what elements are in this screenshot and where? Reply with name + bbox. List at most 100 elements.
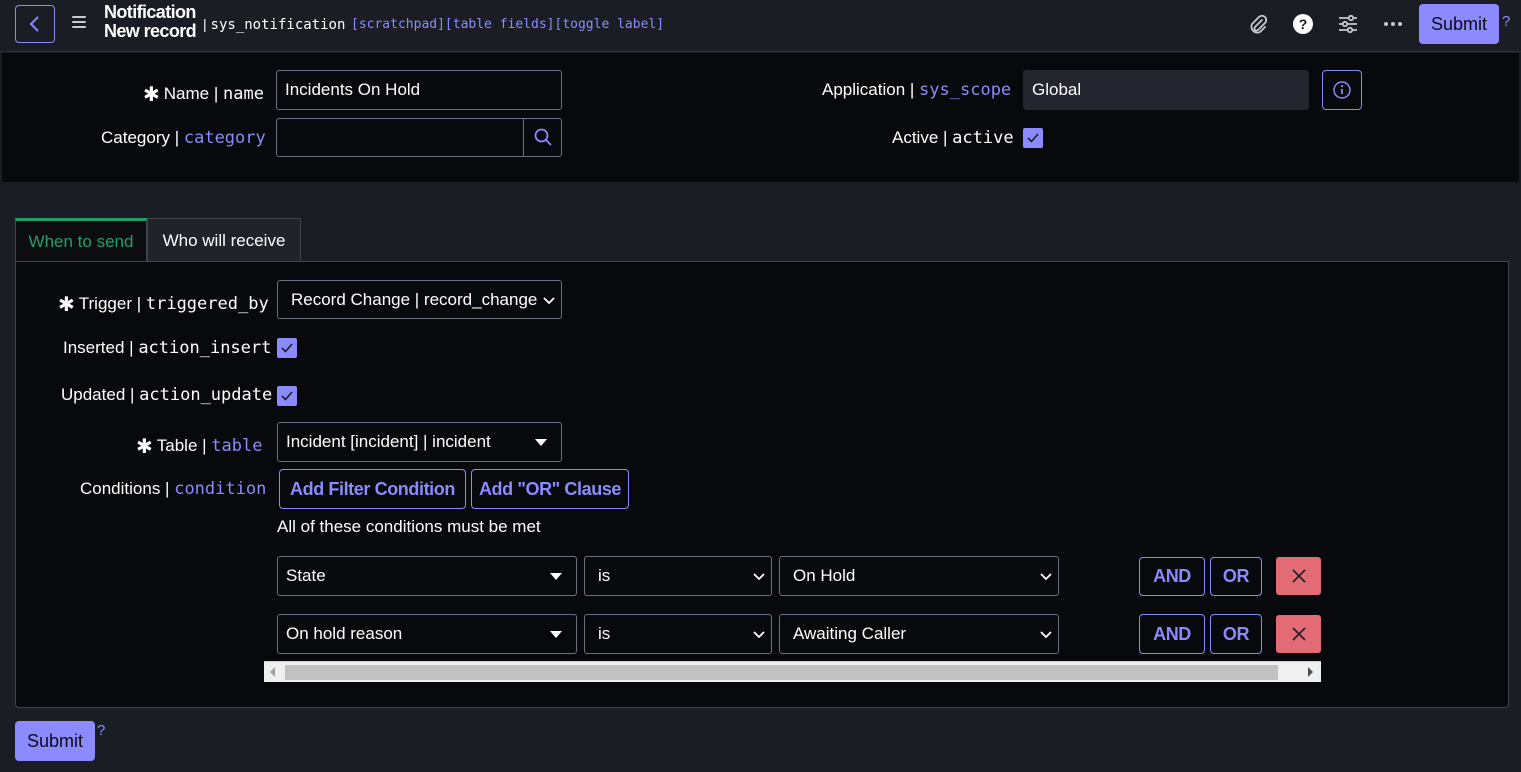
condition-value-value: On Hold <box>793 566 856 585</box>
required-icon: ✱ <box>58 294 75 316</box>
table-name-value: sys_notification <box>210 17 346 33</box>
menu-icon[interactable] <box>72 16 86 30</box>
application-field-name[interactable]: sys_scope <box>919 80 1011 100</box>
table-label: ✱ Table | table <box>136 432 262 458</box>
table-name: | sys_notification <box>203 16 345 33</box>
and-button[interactable]: AND <box>1139 557 1205 596</box>
condition-operator-select[interactable]: is <box>584 614 772 654</box>
condition-field-select[interactable]: State <box>277 556 577 596</box>
conditions-label: Conditions | condition <box>80 479 266 499</box>
submit-help-link-bottom[interactable]: ? <box>97 722 105 739</box>
or-button[interactable]: OR <box>1210 614 1262 654</box>
application-label: Application | sys_scope <box>822 80 1011 100</box>
trigger-label: ✱ Trigger | triggered_by <box>58 290 269 316</box>
more-icon[interactable] <box>1382 13 1404 35</box>
updated-label: Updated | action_update <box>61 385 272 405</box>
table-field-name[interactable]: table <box>211 436 262 456</box>
delete-condition-button[interactable] <box>1276 615 1321 653</box>
condition-field-value: On hold reason <box>286 624 403 643</box>
category-input[interactable] <box>276 118 562 157</box>
inserted-checkbox[interactable] <box>277 338 297 358</box>
info-icon <box>1333 81 1351 99</box>
inserted-label: Inserted | action_insert <box>63 338 271 358</box>
check-icon <box>281 391 293 401</box>
required-icon: ✱ <box>136 436 153 458</box>
category-lookup-button[interactable] <box>523 118 561 156</box>
scrollbar-thumb[interactable] <box>285 665 1278 680</box>
add-or-clause-button[interactable]: Add "OR" Clause <box>471 469 629 509</box>
title-line-2: New record <box>104 21 197 41</box>
submit-button-bottom[interactable]: Submit <box>15 721 95 761</box>
condition-operator-value: is <box>598 566 611 585</box>
condition-field-select[interactable]: On hold reason <box>277 614 577 654</box>
check-icon <box>1027 133 1039 143</box>
submit-help-link-top[interactable]: ? <box>1502 13 1510 30</box>
application-label-text: Application | <box>822 80 915 99</box>
active-checkbox[interactable] <box>1023 128 1043 148</box>
name-label: ✱ Name | name <box>143 80 264 106</box>
inserted-field-name: action_insert <box>138 338 272 358</box>
back-icon <box>29 16 39 32</box>
trigger-select[interactable]: Record Change | record_change <box>277 280 562 319</box>
condition-operator-value: is <box>598 624 611 643</box>
required-icon: ✱ <box>143 84 160 106</box>
search-icon <box>534 128 552 146</box>
header-links[interactable]: [scratchpad][table fields][toggle label] <box>351 17 664 32</box>
chevron-down-icon <box>550 631 562 638</box>
condition-operator-select[interactable]: is <box>584 556 772 596</box>
trigger-label-text: Trigger | <box>78 294 142 313</box>
trigger-field-name: triggered_by <box>145 294 269 314</box>
updated-checkbox[interactable] <box>277 386 297 406</box>
application-info-button[interactable] <box>1322 70 1362 110</box>
chevron-down-icon <box>753 631 765 639</box>
scroll-left-icon[interactable] <box>270 667 275 677</box>
chevron-down-icon <box>1040 631 1052 639</box>
active-field-name: active <box>952 128 1014 148</box>
conditions-label-text: Conditions | <box>80 479 170 498</box>
conditions-field-name[interactable]: condition <box>174 479 266 499</box>
updated-label-text: Updated | <box>61 385 135 404</box>
table-select-value: Incident [incident] | incident <box>286 432 491 451</box>
category-field-name[interactable]: category <box>184 128 266 148</box>
active-label: Active | active <box>892 128 1014 148</box>
title-line-1: Notification <box>104 2 196 22</box>
chevron-down-icon <box>550 573 562 580</box>
attachment-icon[interactable] <box>1247 13 1269 35</box>
condition-value-value: Awaiting Caller <box>793 624 907 643</box>
inserted-label-text: Inserted | <box>63 338 134 357</box>
check-icon <box>281 343 293 353</box>
trigger-select-value: Record Change | record_change <box>291 289 538 309</box>
condition-field-value: State <box>286 566 326 585</box>
delete-condition-button[interactable] <box>1276 557 1321 595</box>
condition-value-select[interactable]: On Hold <box>779 556 1059 596</box>
table-name-separator: | <box>203 16 207 32</box>
condition-value-select[interactable]: Awaiting Caller <box>779 614 1059 654</box>
or-button[interactable]: OR <box>1210 557 1262 596</box>
horizontal-scrollbar[interactable] <box>264 661 1321 682</box>
active-label-text: Active | <box>892 128 948 147</box>
chevron-down-icon <box>543 296 555 304</box>
back-button[interactable] <box>15 5 55 43</box>
page-title: Notification New record <box>104 2 197 41</box>
add-filter-condition-button[interactable]: Add Filter Condition <box>279 469 466 509</box>
tab-who-will-receive[interactable]: Who will receive <box>147 218 301 262</box>
svg-text:?: ? <box>1299 16 1308 32</box>
name-label-text: Name | <box>163 84 219 103</box>
form-header: Notification New record | sys_notificati… <box>0 0 1521 52</box>
conditions-summary: All of these conditions must be met <box>277 517 541 536</box>
category-label: Category | category <box>101 128 266 148</box>
updated-field-name: action_update <box>139 385 273 405</box>
help-icon[interactable]: ? <box>1292 13 1314 35</box>
submit-button-top[interactable]: Submit <box>1419 4 1499 44</box>
and-button[interactable]: AND <box>1139 614 1205 654</box>
table-label-text: Table | <box>156 436 207 455</box>
name-input[interactable]: Incidents On Hold <box>276 70 562 110</box>
settings-icon[interactable] <box>1337 13 1359 35</box>
application-input: Global <box>1023 70 1309 110</box>
tab-when-to-send[interactable]: When to send <box>15 218 147 262</box>
table-select[interactable]: Incident [incident] | incident <box>277 422 562 462</box>
category-label-text: Category | <box>101 128 180 147</box>
chevron-down-icon <box>1040 573 1052 581</box>
name-field-name: name <box>223 84 264 104</box>
scroll-right-icon[interactable] <box>1308 667 1313 677</box>
